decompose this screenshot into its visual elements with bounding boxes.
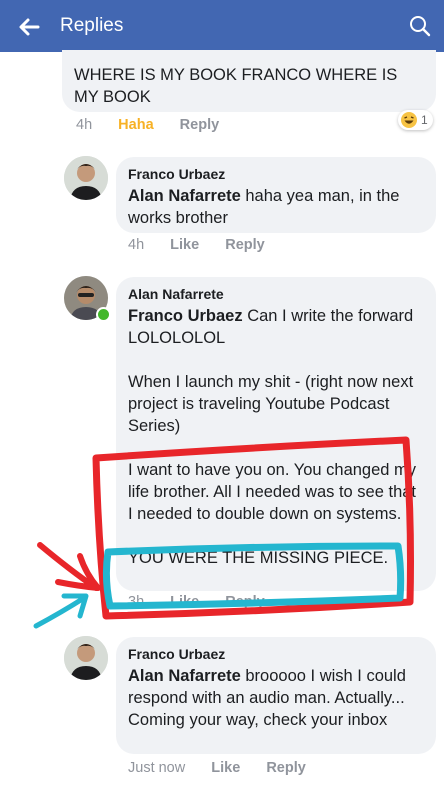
reply-actions: 4h Like Reply <box>128 237 287 253</box>
reply-button[interactable]: Reply <box>225 594 265 610</box>
haha-emoji-icon <box>401 112 417 128</box>
reaction-summary[interactable]: 1 <box>398 110 433 130</box>
reply-author[interactable]: Franco Urbaez <box>128 645 424 663</box>
back-arrow-icon[interactable] <box>16 14 42 40</box>
haha-reaction-button[interactable]: Haha <box>118 117 153 133</box>
mention-link[interactable]: Alan Nafarrete <box>128 667 241 685</box>
reply-author[interactable]: Alan Nafarrete <box>128 285 424 303</box>
page-title: Replies <box>60 15 124 36</box>
search-icon[interactable] <box>408 14 432 38</box>
cyan-arrow-icon <box>33 593 89 629</box>
user-photo-icon <box>64 636 108 680</box>
reply-bubble[interactable]: Franco Urbaez Alan Nafarrete brooooo I w… <box>116 637 436 754</box>
reply-time: Just now <box>128 760 186 776</box>
mention-link[interactable]: Franco Urbaez <box>128 307 243 325</box>
top-app-bar: Replies <box>0 0 444 52</box>
reply-actions: 3h Like Reply <box>128 594 287 610</box>
red-arrow-icon <box>37 542 101 591</box>
comment-time: 4h <box>76 117 93 133</box>
parent-comment-text: WHERE IS MY BOOK FRANCO WHERE IS MY BOOK <box>74 66 398 106</box>
like-button[interactable]: Like <box>211 760 240 776</box>
reply-text-paragraph: When I launch my shit - (right now next … <box>128 373 414 435</box>
like-button[interactable]: Like <box>170 237 199 253</box>
reply-time: 3h <box>128 594 145 610</box>
reply-button[interactable]: Reply <box>180 117 220 133</box>
parent-comment-actions: 4h Haha Reply <box>76 117 241 133</box>
like-button[interactable]: Like <box>170 594 199 610</box>
reply-bubble[interactable]: Franco Urbaez Alan Nafarrete haha yea ma… <box>116 157 436 233</box>
reply-author[interactable]: Franco Urbaez <box>128 165 424 183</box>
reply-actions: Just now Like Reply <box>128 760 328 776</box>
online-status-indicator <box>96 307 111 322</box>
reply-text-paragraph: YOU WERE THE MISSING PIECE. <box>128 549 389 567</box>
reaction-count: 1 <box>421 113 428 127</box>
parent-comment-bubble[interactable]: WHERE IS MY BOOK FRANCO WHERE IS MY BOOK <box>62 50 436 112</box>
reply-time: 4h <box>128 237 145 253</box>
user-photo-icon <box>64 156 108 200</box>
avatar[interactable] <box>64 156 108 200</box>
reply-bubble[interactable]: Alan Nafarrete Franco Urbaez Can I write… <box>116 277 436 591</box>
reply-button[interactable]: Reply <box>266 760 306 776</box>
reply-button[interactable]: Reply <box>225 237 265 253</box>
avatar[interactable] <box>64 636 108 680</box>
reply-text-paragraph: I want to have you on. You changed my li… <box>128 461 417 523</box>
mention-link[interactable]: Alan Nafarrete <box>128 187 241 205</box>
